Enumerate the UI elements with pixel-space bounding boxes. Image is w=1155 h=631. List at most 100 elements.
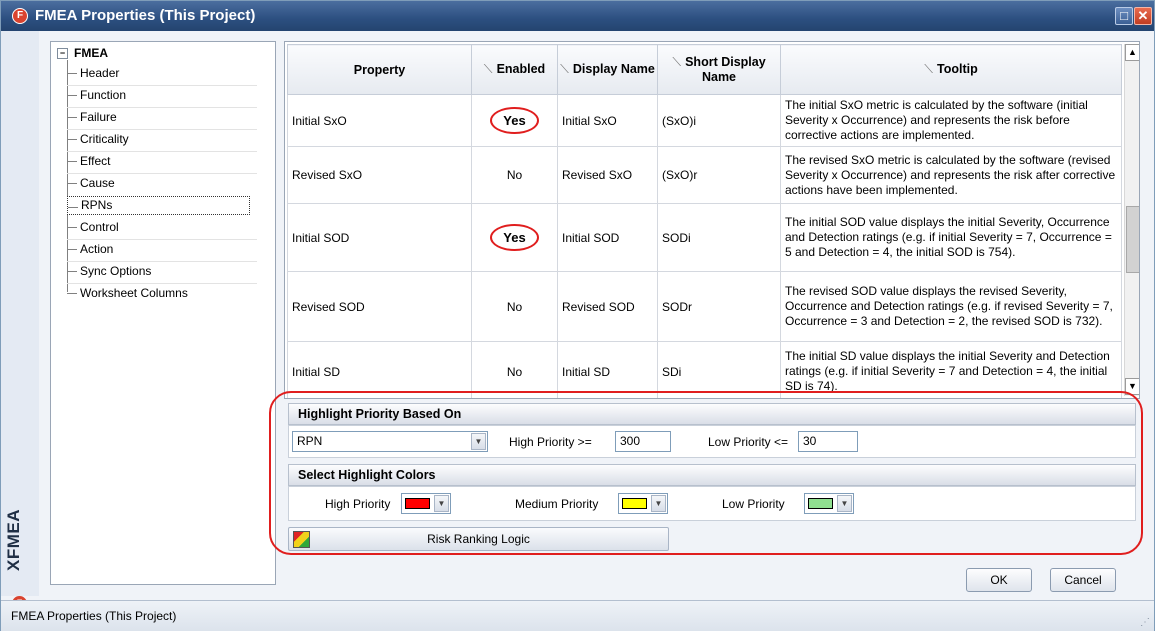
- property-cell[interactable]: Initial SD: [287, 341, 472, 398]
- tree-item-function[interactable]: Function: [67, 85, 126, 106]
- medium-priority-color-picker[interactable]: ▼: [618, 493, 668, 514]
- highlight-priority-heading: Highlight Priority Based On: [288, 403, 1136, 425]
- display-name-cell[interactable]: Initial SOD: [557, 203, 658, 272]
- short-display-name-cell[interactable]: (SxO)i: [657, 94, 781, 147]
- high-priority-swatch: [405, 498, 430, 509]
- status-text: FMEA Properties (This Project): [11, 609, 177, 623]
- close-icon[interactable]: ✕: [1134, 7, 1152, 25]
- window-title: FMEA Properties (This Project): [35, 7, 256, 24]
- risk-ranking-logic-label: Risk Ranking Logic: [427, 532, 530, 546]
- enabled-cell[interactable]: No: [471, 271, 558, 342]
- property-cell[interactable]: Initial SOD: [287, 203, 472, 272]
- header-row: Property ⟍ Enabled ⟍ Display Name ⟍ Short D…: [287, 44, 1122, 95]
- cancel-button[interactable]: Cancel: [1050, 568, 1116, 592]
- low-priority-swatch: [808, 498, 833, 509]
- table-row[interactable]: Initial SOD Yes Initial SOD SODi The ini…: [287, 203, 1122, 272]
- filter-icon[interactable]: ⟍: [484, 62, 493, 76]
- short-display-name-cell[interactable]: SODr: [657, 271, 781, 342]
- filter-icon[interactable]: ⟍: [672, 55, 681, 69]
- tree-item-action[interactable]: Action: [67, 239, 113, 260]
- high-priority-color-picker[interactable]: ▼: [401, 493, 451, 514]
- short-display-name-cell[interactable]: SDi: [657, 341, 781, 398]
- column-tooltip-label: Tooltip: [937, 62, 978, 76]
- table-row[interactable]: Initial SD No Initial SD SDi The initial…: [287, 341, 1122, 398]
- low-priority-threshold-label: Low Priority <=: [708, 435, 789, 449]
- enabled-cell[interactable]: No: [471, 146, 558, 204]
- tooltip-cell[interactable]: The revised SxO metric is calculated by …: [780, 146, 1122, 204]
- table-row[interactable]: Initial SxO Yes Initial SxO (SxO)i The i…: [287, 94, 1122, 147]
- rpn-properties-grid: Property ⟍ Enabled ⟍ Display Name ⟍ Short D…: [284, 41, 1140, 399]
- enabled-cell[interactable]: Yes: [471, 94, 558, 147]
- column-header-enabled[interactable]: ⟍ Enabled: [471, 44, 558, 95]
- display-name-cell[interactable]: Initial SD: [557, 341, 658, 398]
- app-logo-icon: F: [12, 8, 28, 24]
- enabled-cell[interactable]: No: [471, 341, 558, 398]
- scroll-thumb[interactable]: [1126, 206, 1139, 273]
- tree-item-worksheet-columns[interactable]: Worksheet Columns: [67, 283, 188, 304]
- properties-table: Property ⟍ Enabled ⟍ Display Name ⟍ Short D…: [287, 44, 1122, 398]
- chevron-down-icon[interactable]: ▼: [837, 495, 852, 512]
- tree-item-cause[interactable]: Cause: [67, 173, 115, 194]
- tooltip-cell[interactable]: The revised SOD value displays the revis…: [780, 271, 1122, 342]
- scroll-up-icon[interactable]: ▲: [1125, 44, 1139, 61]
- column-property-label: Property: [353, 62, 406, 77]
- ok-button[interactable]: OK: [966, 568, 1032, 592]
- chevron-down-icon[interactable]: ▼: [434, 495, 449, 512]
- display-name-cell[interactable]: Initial SxO: [557, 94, 658, 147]
- scroll-down-icon[interactable]: ▼: [1125, 378, 1139, 395]
- tree-root[interactable]: − FMEA: [57, 46, 108, 60]
- column-header-short-display-name[interactable]: ⟍ Short Display Name: [657, 44, 781, 95]
- short-display-name-cell[interactable]: (SxO)r: [657, 146, 781, 204]
- tooltip-cell[interactable]: The initial SxO metric is calculated by …: [780, 94, 1122, 147]
- column-header-display-name[interactable]: ⟍ Display Name: [557, 44, 658, 95]
- column-short-display-name-label: Short Display Name: [685, 55, 766, 84]
- column-header-tooltip[interactable]: ⟍ Tooltip: [780, 44, 1122, 95]
- highlight-colors-panel: High Priority ▼ Medium Priority ▼ Low Pr…: [288, 486, 1136, 521]
- enabled-cell[interactable]: Yes: [471, 203, 558, 272]
- tree-root-label: FMEA: [74, 46, 108, 60]
- tooltip-cell[interactable]: The initial SD value displays the initia…: [780, 341, 1122, 398]
- enabled-value: Yes: [490, 224, 539, 251]
- priority-basis-dropdown[interactable]: RPN ▼: [292, 431, 488, 452]
- tooltip-cell[interactable]: The initial SOD value displays the initi…: [780, 203, 1122, 272]
- tree-item-sync-options[interactable]: Sync Options: [67, 261, 151, 282]
- medium-priority-swatch: [622, 498, 647, 509]
- column-header-property[interactable]: Property: [287, 44, 472, 95]
- title-bar[interactable]: F FMEA Properties (This Project) □ ✕: [1, 1, 1154, 31]
- display-name-cell[interactable]: Revised SOD: [557, 271, 658, 342]
- table-row[interactable]: Revised SOD No Revised SOD SODr The revi…: [287, 271, 1122, 342]
- low-priority-color-label: Low Priority: [722, 497, 785, 511]
- grid-vertical-scrollbar[interactable]: ▲ ▼: [1124, 44, 1139, 396]
- tree-item-control[interactable]: Control: [67, 217, 119, 238]
- collapse-icon[interactable]: −: [57, 48, 68, 59]
- display-name-cell[interactable]: Revised SxO: [557, 146, 658, 204]
- low-priority-threshold-input[interactable]: 30: [798, 431, 858, 452]
- risk-ranking-logic-button[interactable]: Risk Ranking Logic: [288, 527, 669, 551]
- resize-grip-icon[interactable]: ⋰: [1140, 617, 1150, 628]
- status-bar: FMEA Properties (This Project) ⋰: [1, 600, 1154, 631]
- property-cell[interactable]: Revised SOD: [287, 271, 472, 342]
- tree-item-effect[interactable]: Effect: [67, 151, 110, 172]
- tree-item-rpns[interactable]: RPNs: [67, 196, 250, 215]
- fmea-properties-window: F FMEA Properties (This Project) □ ✕ XFM…: [0, 0, 1155, 631]
- table-row[interactable]: Revised SxO No Revised SxO (SxO)r The re…: [287, 146, 1122, 204]
- tree-item-criticality[interactable]: Criticality: [67, 129, 129, 150]
- highlight-priority-panel: RPN ▼ High Priority >= 300 Low Priority …: [288, 425, 1136, 458]
- chevron-down-icon[interactable]: ▼: [471, 433, 486, 450]
- chevron-down-icon[interactable]: ▼: [651, 495, 666, 512]
- short-display-name-cell[interactable]: SODi: [657, 203, 781, 272]
- priority-basis-value: RPN: [297, 434, 323, 448]
- filter-icon[interactable]: ⟍: [560, 62, 569, 76]
- property-cell[interactable]: Revised SxO: [287, 146, 472, 204]
- tree-item-failure[interactable]: Failure: [67, 107, 117, 128]
- high-priority-threshold-input[interactable]: 300: [615, 431, 671, 452]
- side-strip: XFMEA F: [1, 31, 39, 611]
- enabled-value: Yes: [490, 107, 539, 134]
- column-display-name-label: Display Name: [572, 62, 655, 76]
- filter-icon[interactable]: ⟍: [924, 62, 933, 76]
- column-enabled-label: Enabled: [496, 62, 546, 76]
- maximize-icon[interactable]: □: [1115, 7, 1133, 25]
- tree-item-header[interactable]: Header: [67, 63, 119, 84]
- property-cell[interactable]: Initial SxO: [287, 94, 472, 147]
- low-priority-color-picker[interactable]: ▼: [804, 493, 854, 514]
